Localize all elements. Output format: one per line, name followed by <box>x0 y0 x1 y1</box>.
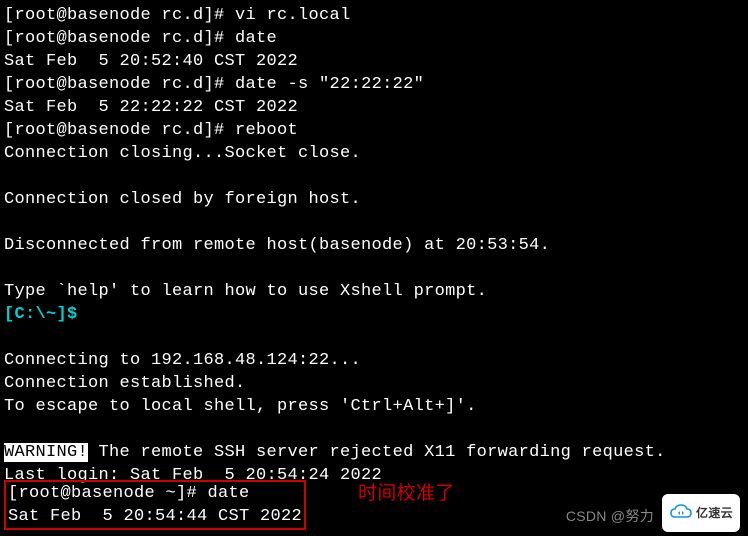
shell-line: [root@basenode rc.d]# vi rc.local <box>4 4 744 27</box>
output-closing: Connection closing...Socket close. <box>4 142 744 165</box>
output-help: Type `help' to learn how to use Xshell p… <box>4 280 744 303</box>
output-closed: Connection closed by foreign host. <box>4 188 744 211</box>
command-date: date <box>235 29 277 48</box>
highlighted-block: [root@basenode ~]# date Sat Feb 5 20:54:… <box>4 482 455 530</box>
annotation-text: 时间校准了 <box>358 483 455 504</box>
warning-text: The remote SSH server rejected X11 forwa… <box>88 443 666 462</box>
shell-line: [root@basenode rc.d]# reboot <box>4 119 744 142</box>
command-date-set: date -s "22:22:22" <box>235 75 424 94</box>
csdn-watermark: CSDN @努力 <box>566 505 654 528</box>
prompt: [root@basenode rc.d]# <box>4 75 235 94</box>
prompt: [root@basenode ~]# <box>8 484 208 503</box>
command-vi: vi rc.local <box>235 6 351 25</box>
output-escape: To escape to local shell, press 'Ctrl+Al… <box>4 395 744 418</box>
terminal-output[interactable]: [root@basenode rc.d]# vi rc.local [root@… <box>4 4 744 487</box>
output-date-set: Sat Feb 5 22:22:22 CST 2022 <box>4 96 744 119</box>
output-date-final: Sat Feb 5 20:54:44 CST 2022 <box>8 507 302 526</box>
output-date: Sat Feb 5 20:52:40 CST 2022 <box>4 50 744 73</box>
shell-line: [root@basenode rc.d]# date -s "22:22:22" <box>4 73 744 96</box>
prompt: [root@basenode rc.d]# <box>4 6 235 25</box>
prompt: [root@basenode rc.d]# <box>4 121 235 140</box>
output-disconnected: Disconnected from remote host(basenode) … <box>4 234 744 257</box>
command-reboot: reboot <box>235 121 298 140</box>
shell-line: [root@basenode rc.d]# date <box>4 27 744 50</box>
local-prompt: [C:\~]$ <box>4 305 88 324</box>
output-connecting: Connecting to 192.168.48.124:22... <box>4 349 744 372</box>
warning-label: WARNING! <box>4 443 88 462</box>
yisuyun-logo: 亿速云 <box>662 494 740 532</box>
shell-line: [root@basenode ~]# date <box>8 482 302 505</box>
logo-text: 亿速云 <box>696 502 733 525</box>
output-warning: WARNING! The remote SSH server rejected … <box>4 441 744 464</box>
output-established: Connection established. <box>4 372 744 395</box>
command-date: date <box>208 484 250 503</box>
cloud-icon <box>669 503 693 523</box>
prompt: [root@basenode rc.d]# <box>4 29 235 48</box>
